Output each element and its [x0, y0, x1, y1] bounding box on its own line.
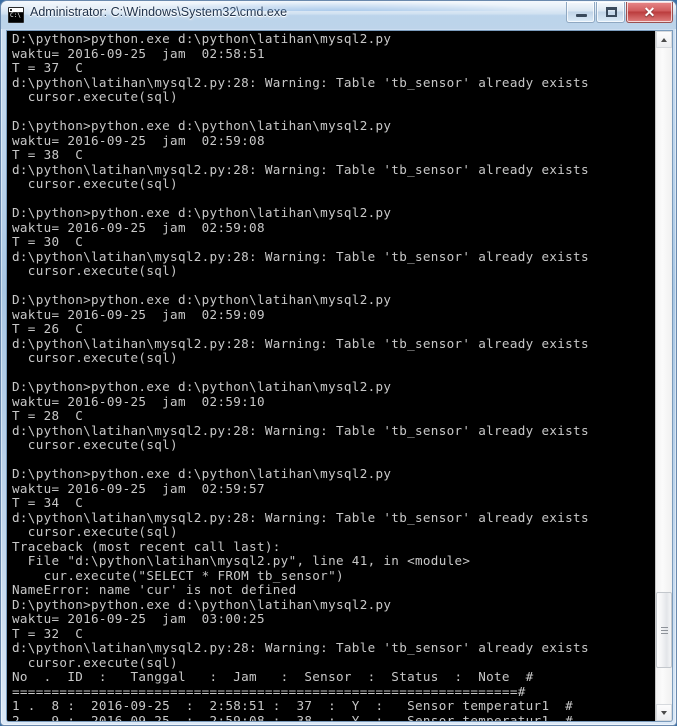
- close-icon: ✕: [643, 4, 656, 20]
- scroll-thumb[interactable]: [656, 592, 672, 668]
- console-output-area[interactable]: D:\python>python.exe d:\python\latihan\m…: [7, 31, 655, 721]
- maximize-button[interactable]: [596, 2, 625, 23]
- title-bar[interactable]: Administrator: C:\Windows\System32\cmd.e…: [1, 1, 676, 29]
- maximize-icon: [606, 7, 617, 17]
- console-client-area: D:\python>python.exe d:\python\latihan\m…: [6, 30, 673, 722]
- cmd-console-icon: [8, 7, 24, 23]
- window-title: Administrator: C:\Windows\System32\cmd.e…: [30, 5, 288, 19]
- scroll-thumb-grip: [661, 627, 668, 634]
- close-button[interactable]: ✕: [626, 2, 673, 23]
- vertical-scrollbar[interactable]: [655, 31, 672, 721]
- console-text: D:\python>python.exe d:\python\latihan\m…: [12, 31, 589, 721]
- minimize-icon: [576, 14, 587, 17]
- cmd-window: Administrator: C:\Windows\System32\cmd.e…: [0, 0, 677, 726]
- scroll-down-arrow[interactable]: [656, 704, 672, 721]
- minimize-button[interactable]: [566, 2, 595, 23]
- caption-buttons: ✕: [565, 2, 673, 23]
- scroll-up-arrow[interactable]: [656, 31, 672, 48]
